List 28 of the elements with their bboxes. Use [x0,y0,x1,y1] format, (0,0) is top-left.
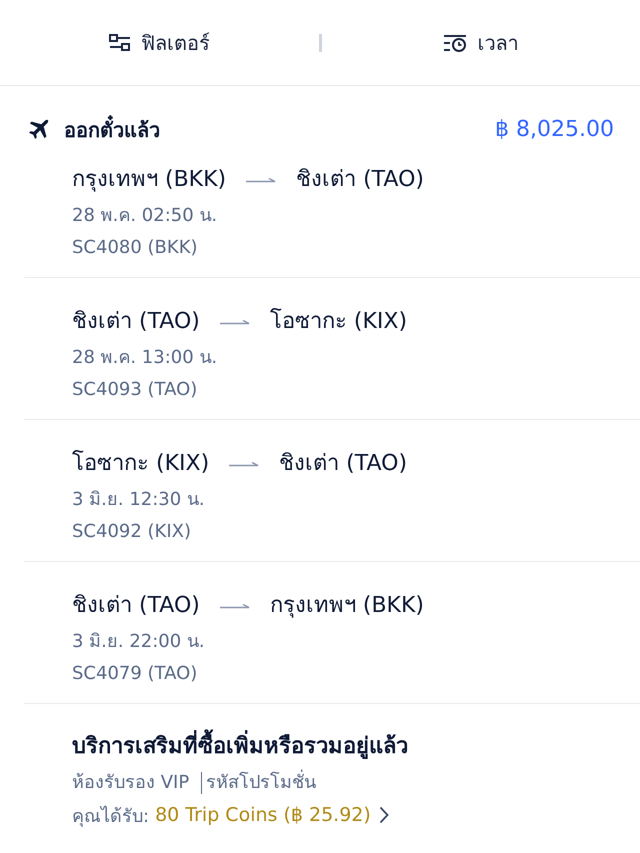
time-sort-button[interactable]: เวลา [439,22,522,62]
arrival-city: โอซากะ (KIX) [270,307,408,336]
filter-button[interactable]: ฟิลเตอร์ [104,22,214,62]
chevron-right-icon [378,806,389,824]
ticket-status: ออกตั๋วแล้ว [64,115,160,145]
departure-time: 28 พ.ค. 02:50 น. [72,204,218,228]
flight-number: SC4092 (KIX) [72,520,192,544]
airplane-icon [27,118,51,142]
filter-icon [108,34,131,52]
extra-service: ห้องรับรอง VIP [72,772,190,794]
departure-time: 28 พ.ค. 13:00 น. [72,346,218,370]
arrival-city: ชิงเต่า (TAO) [296,166,424,194]
flight-number: SC4093 (TAO) [72,378,198,402]
arrival-city: ชิงเต่า (TAO) [279,450,408,478]
departure-city: ชิงเต่า (TAO) [72,308,200,336]
flight-number: SC4080 (BKK) [72,236,199,260]
total-price: ฿ 8,025.00 [495,116,614,144]
arrival-city: กรุงเทพฯ (BKK) [270,592,424,620]
extras-title: บริการเสริมที่ซื้อเพิ่มหรือรวมอยู่แล้ว [72,731,640,763]
departure-time: 3 มิ.ย. 12:30 น. [72,488,206,512]
departure-time: 3 มิ.ย. 22:00 น. [72,630,206,654]
flight-number: SC4079 (TAO) [72,662,198,686]
departure-city: ชิงเต่า (TAO) [72,592,200,620]
extra-service: รหัสโปรโมชั่น [201,772,316,794]
reward-label: คุณได้รับ: [72,804,150,829]
departure-city: กรุงเทพฯ (BKK) [72,166,226,194]
departure-city: โอซากะ (KIX) [72,449,210,478]
clock-list-icon [443,34,468,52]
